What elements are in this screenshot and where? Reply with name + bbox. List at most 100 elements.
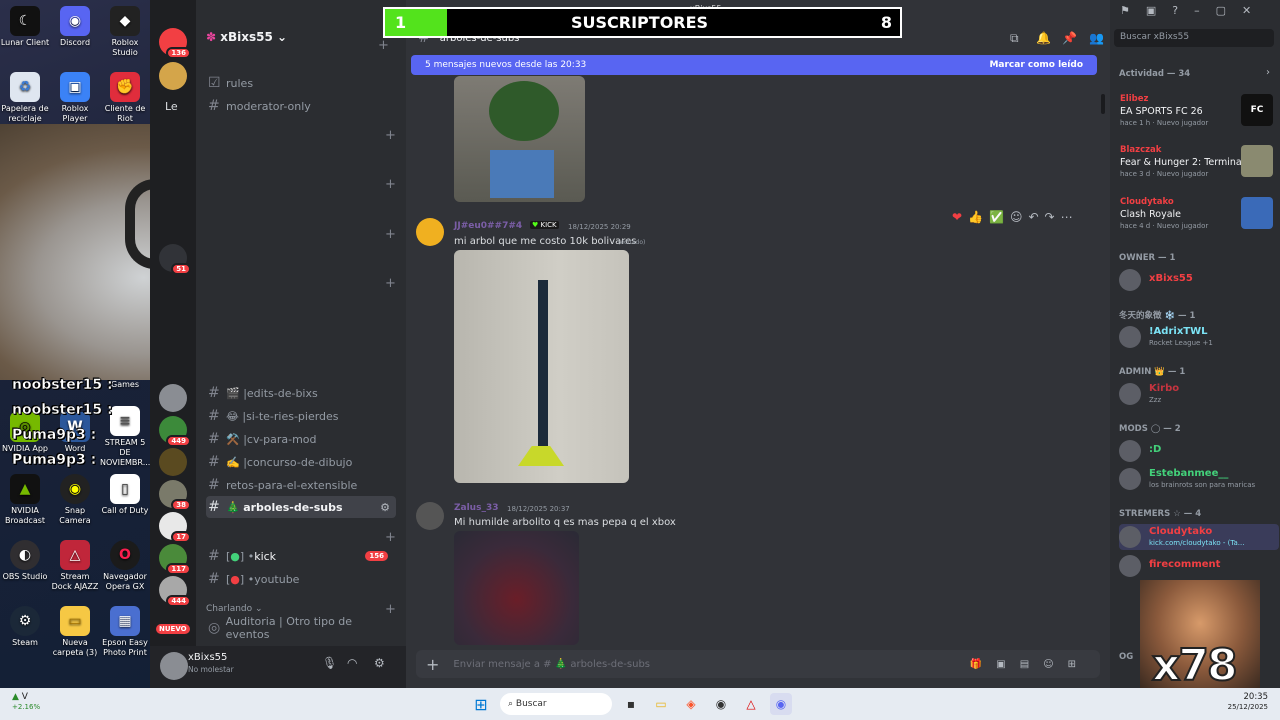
- microphone-icon[interactable]: 🎙: [322, 656, 337, 670]
- clock[interactable]: 20:35 25/12/2025: [1220, 692, 1268, 712]
- add-icon[interactable]: +: [385, 227, 396, 242]
- file-explorer-icon[interactable]: ▭: [650, 693, 672, 715]
- close-icon[interactable]: ✕: [1242, 4, 1251, 17]
- more-icon[interactable]: ⋯: [1061, 210, 1073, 224]
- add-icon[interactable]: +: [385, 602, 396, 617]
- member-row[interactable]: Cloudytako kick.com/cloudytako - (Ta...: [1119, 524, 1279, 550]
- inbox-icon[interactable]: ▣: [1146, 4, 1156, 17]
- attach-plus-icon[interactable]: +: [426, 655, 439, 674]
- nvidia-broadcast-shortcut[interactable]: ▲ NVIDIA Broadcast: [0, 474, 50, 526]
- channel-item-active[interactable]: # 🎄 arboles-de-subs ⚙: [206, 496, 396, 518]
- channel-youtube[interactable]: #[●] • youtube: [206, 568, 396, 590]
- lunar-client-shortcut[interactable]: ☾ Lunar Client: [0, 6, 50, 48]
- opera-gx-shortcut[interactable]: O Navegador Opera GX: [100, 540, 150, 592]
- avatar[interactable]: [160, 652, 188, 680]
- add-icon[interactable]: +: [385, 128, 396, 143]
- add-icon[interactable]: +: [385, 530, 396, 545]
- folder-shortcut[interactable]: ▭ Nueva carpeta (3): [50, 606, 100, 658]
- member-row[interactable]: Kirbo Zzz: [1119, 381, 1279, 407]
- server-icon[interactable]: 449: [159, 416, 191, 447]
- server-letter[interactable]: Le: [165, 100, 178, 113]
- app-icon[interactable]: ◉: [710, 693, 732, 715]
- channel-item[interactable]: # ✍️ | concurso-de-dibujo: [206, 451, 396, 473]
- channel-kick[interactable]: #[●] • kick 156: [206, 545, 396, 567]
- headphones-icon[interactable]: ◠: [347, 656, 357, 670]
- add-reaction-icon[interactable]: ☺: [1010, 210, 1023, 224]
- activity-card[interactable]: Blazczak Fear & Hunger 2: Termina hace 3…: [1115, 145, 1275, 189]
- channel-item[interactable]: # 🎬 | edits-de-bixs: [206, 382, 396, 404]
- recycle-bin-shortcut[interactable]: ♻ Papelera de reciclaje: [0, 72, 50, 124]
- members-icon[interactable]: 👥: [1089, 31, 1104, 45]
- member-row[interactable]: :D: [1119, 438, 1279, 464]
- pin-icon[interactable]: 📌: [1062, 31, 1077, 45]
- epson-shortcut[interactable]: ▦ Epson Easy Photo Print: [100, 606, 150, 658]
- channel-rules[interactable]: ☑ rules: [206, 72, 396, 94]
- bell-icon[interactable]: 🔔: [1036, 31, 1051, 45]
- channel-item[interactable]: # retos-para-el-extensible: [206, 474, 396, 496]
- add-icon[interactable]: +: [385, 177, 396, 192]
- minimize-icon[interactable]: –: [1194, 4, 1200, 17]
- tree-image-3[interactable]: [454, 531, 579, 645]
- voice-category[interactable]: Charlando ⌄: [206, 604, 263, 614]
- server-icon[interactable]: [159, 62, 187, 90]
- task-view-icon[interactable]: ▪: [620, 693, 642, 715]
- chevron-right-icon[interactable]: ›: [1266, 67, 1270, 78]
- tree-image-2[interactable]: [454, 250, 629, 483]
- member-row[interactable]: firecomment: [1119, 553, 1279, 579]
- activity-card[interactable]: Cloudytako Clash Royale hace 4 d · Nuevo…: [1115, 197, 1275, 241]
- discord-shortcut[interactable]: ◉ Discord: [50, 6, 100, 48]
- weather-widget[interactable]: ▲ V +2.16%: [12, 692, 40, 712]
- stream-dock-shortcut[interactable]: △ Stream Dock AJAZZ: [50, 540, 100, 592]
- voice-channel[interactable]: ◎ Auditoria | Otro tipo de eventos: [206, 615, 396, 641]
- message-author[interactable]: JJ#eu0##7#4: [454, 221, 522, 231]
- stream-dock-icon[interactable]: △: [740, 693, 762, 715]
- server-icon[interactable]: [159, 384, 187, 412]
- member-row[interactable]: !AdrixTWL Rocket League +1: [1119, 324, 1279, 350]
- avatar[interactable]: [416, 502, 444, 530]
- check-icon[interactable]: ✅: [989, 210, 1004, 224]
- maximize-icon[interactable]: ▢: [1216, 4, 1226, 17]
- server-icon[interactable]: [159, 448, 187, 476]
- server-icon[interactable]: 38: [159, 480, 191, 511]
- snap-camera-shortcut[interactable]: ◉ Snap Camera: [50, 474, 100, 526]
- server-icon[interactable]: 136: [159, 28, 191, 59]
- tree-image-1[interactable]: [454, 76, 585, 202]
- member-row[interactable]: xBixs55: [1119, 267, 1279, 293]
- call-of-duty-shortcut[interactable]: ▯ Call of Duty: [100, 474, 150, 516]
- search-input[interactable]: Buscar xBixs55: [1114, 29, 1274, 47]
- server-icon[interactable]: 17: [159, 512, 191, 543]
- taskbar-search[interactable]: ⌕ Buscar: [500, 693, 612, 715]
- composer-tools-icons[interactable]: 🎁▣▤☺⊞: [970, 659, 1090, 670]
- channel-moderator-only[interactable]: # moderator-only: [206, 95, 396, 117]
- server-icon[interactable]: 51: [159, 244, 191, 275]
- server-name-header[interactable]: ✽ xBixs55 ⌄: [206, 30, 287, 44]
- settings-icon[interactable]: ⚙: [374, 656, 385, 670]
- activity-card[interactable]: Elibez EA SPORTS FC 26 hace 1 h · Nuevo …: [1115, 94, 1275, 138]
- thumbs-up-icon[interactable]: 👍: [968, 210, 983, 224]
- reply-icon[interactable]: ↶: [1028, 210, 1038, 224]
- channel-settings-icon[interactable]: ⚙: [380, 501, 390, 514]
- steam-shortcut[interactable]: ⚙ Steam: [0, 606, 50, 648]
- brave-icon[interactable]: ◈: [680, 693, 702, 715]
- riot-client-shortcut[interactable]: ✊ Cliente de Riot: [100, 72, 150, 124]
- mark-read-button[interactable]: Marcar como leído: [989, 60, 1083, 70]
- message-composer[interactable]: + Enviar mensaje a # 🎄 arboles-de-subs 🎁…: [416, 650, 1100, 678]
- roblox-player-shortcut[interactable]: ▣ Roblox Player: [50, 72, 100, 124]
- add-icon[interactable]: +: [378, 38, 389, 53]
- threads-icon[interactable]: ⧉: [1010, 31, 1019, 46]
- help-icon[interactable]: ?: [1172, 4, 1178, 17]
- avatar[interactable]: [416, 218, 444, 246]
- obs-shortcut[interactable]: ◐ OBS Studio: [0, 540, 50, 582]
- heart-reaction-icon[interactable]: ❤: [952, 210, 962, 224]
- roblox-studio-shortcut[interactable]: ◆ Roblox Studio: [100, 6, 150, 58]
- member-row[interactable]: Estebanmee__ los brainrots son para maric…: [1119, 466, 1279, 492]
- add-icon[interactable]: +: [385, 276, 396, 291]
- server-icon[interactable]: 444: [159, 576, 191, 607]
- scrollbar[interactable]: [1101, 94, 1105, 114]
- new-messages-bar[interactable]: 5 mensajes nuevos desde las 20:33 Marcar…: [411, 55, 1097, 75]
- windows-start-icon[interactable]: ⊞: [470, 693, 492, 715]
- channel-item[interactable]: # 😂 | si-te-ries-pierdes: [206, 405, 396, 427]
- message-author[interactable]: Zalus_33: [454, 503, 498, 513]
- server-icon[interactable]: 117: [159, 544, 191, 575]
- channel-item[interactable]: # ⚒️ | cv-para-mod: [206, 428, 396, 450]
